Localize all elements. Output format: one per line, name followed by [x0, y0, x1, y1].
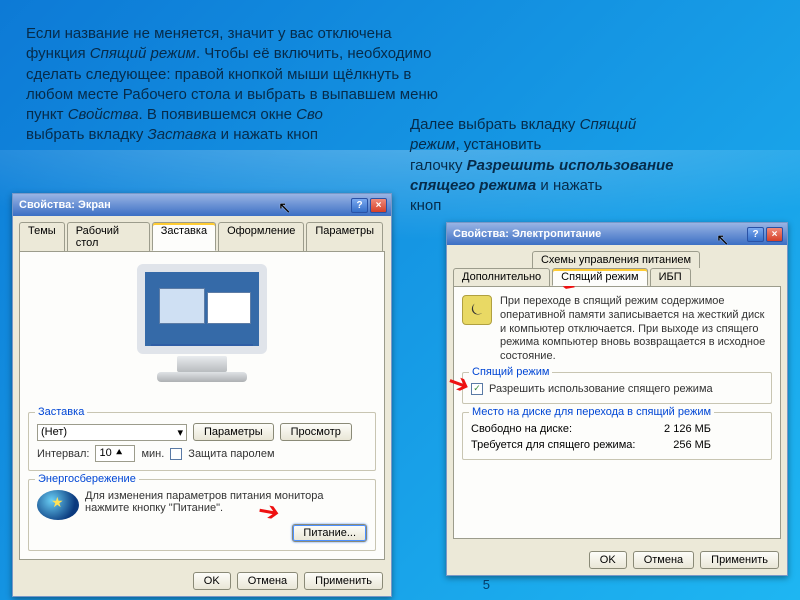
titlebar-power: Свойства: Электропитание ? × — [447, 223, 787, 245]
tab-appearance[interactable]: Оформление — [218, 222, 304, 251]
enable-hibernate-label: Разрешить использование спящего режима — [489, 383, 713, 395]
free-space-label: Свободно на диске: — [471, 423, 572, 435]
screensaver-params-button[interactable]: Параметры — [193, 423, 274, 441]
legend-screensaver: Заставка — [35, 406, 87, 418]
tab-hibernate[interactable]: Спящий режим — [552, 268, 647, 286]
hibernate-icon: ⏾ — [462, 295, 492, 325]
power-options-window: Свойства: Электропитание ? × Схемы управ… — [446, 222, 788, 576]
group-screensaver: Заставка (Нет)▾ Параметры Просмотр Интер… — [28, 412, 376, 471]
legend-disk-space: Место на диске для перехода в спящий реж… — [469, 406, 714, 418]
interval-spinner[interactable]: 10 ⯅ — [95, 445, 135, 462]
legend-energy: Энергосбережение — [35, 473, 139, 485]
legend-hibernate: Спящий режим — [469, 366, 552, 378]
interval-units: мин. — [141, 448, 164, 460]
close-button[interactable]: × — [370, 198, 387, 213]
cancel-button[interactable]: Отмена — [237, 572, 298, 590]
enable-hibernate-checkbox[interactable]: ✓ — [471, 383, 483, 395]
apply-button[interactable]: Применить — [304, 572, 383, 590]
screensaver-select[interactable]: (Нет)▾ — [37, 424, 187, 441]
help-button[interactable]: ? — [351, 198, 368, 213]
free-space-value: 2 126 МБ — [664, 423, 711, 435]
tabs-row: Темы Рабочий стол Заставка Оформление Па… — [13, 216, 391, 251]
tab-advanced[interactable]: Дополнительно — [453, 268, 550, 286]
password-label: Защита паролем — [188, 448, 274, 460]
tab-ups[interactable]: ИБП — [650, 268, 691, 286]
dialog-footer: OK Отмена Применить — [13, 566, 391, 596]
tabs-row-top: Схемы управления питанием — [447, 245, 787, 268]
tab-desktop[interactable]: Рабочий стол — [67, 222, 150, 251]
group-disk-space: Место на диске для перехода в спящий реж… — [462, 412, 772, 460]
energy-text: Для изменения параметров питания монитор… — [85, 490, 367, 514]
cancel-button[interactable]: Отмена — [633, 551, 694, 569]
tab-parameters[interactable]: Параметры — [306, 222, 383, 251]
tab-content: ⏾ При переходе в спящий режим содержимое… — [453, 286, 781, 539]
display-properties-window: Свойства: Экран ? × Темы Рабочий стол За… — [12, 193, 392, 597]
ok-button[interactable]: OK — [193, 572, 231, 590]
monitor-preview — [122, 264, 282, 404]
instruction-text-2: Далее выбрать вкладку Спящий режим, уста… — [410, 115, 780, 216]
required-space-value: 256 МБ — [673, 439, 711, 451]
tab-themes[interactable]: Темы — [19, 222, 65, 251]
window-title: Свойства: Экран — [19, 199, 349, 211]
tab-screensaver[interactable]: Заставка — [152, 222, 216, 251]
apply-button[interactable]: Применить — [700, 551, 779, 569]
power-button[interactable]: Питание... — [292, 524, 367, 542]
energy-star-icon — [37, 490, 79, 520]
screensaver-preview-button[interactable]: Просмотр — [280, 423, 352, 441]
password-checkbox[interactable] — [170, 448, 182, 460]
dialog-footer: OK Отмена Применить — [447, 545, 787, 575]
slide-number: 5 — [483, 577, 490, 592]
tabs-row-bottom: Дополнительно Спящий режим ИБП — [447, 268, 787, 286]
window-title: Свойства: Электропитание — [453, 228, 745, 240]
interval-label: Интервал: — [37, 448, 89, 460]
close-button[interactable]: × — [766, 227, 783, 242]
hibernate-info-text: При переходе в спящий режим содержимое о… — [500, 295, 772, 364]
titlebar-display: Свойства: Экран ? × — [13, 194, 391, 216]
ok-button[interactable]: OK — [589, 551, 627, 569]
group-energy: Энергосбережение Для изменения параметро… — [28, 479, 376, 551]
tab-content: Заставка (Нет)▾ Параметры Просмотр Интер… — [19, 251, 385, 560]
tab-power-schemes[interactable]: Схемы управления питанием — [532, 251, 700, 268]
group-hibernate: Спящий режим ✓ Разрешить использование с… — [462, 372, 772, 404]
required-space-label: Требуется для спящего режима: — [471, 439, 635, 451]
help-button[interactable]: ? — [747, 227, 764, 242]
